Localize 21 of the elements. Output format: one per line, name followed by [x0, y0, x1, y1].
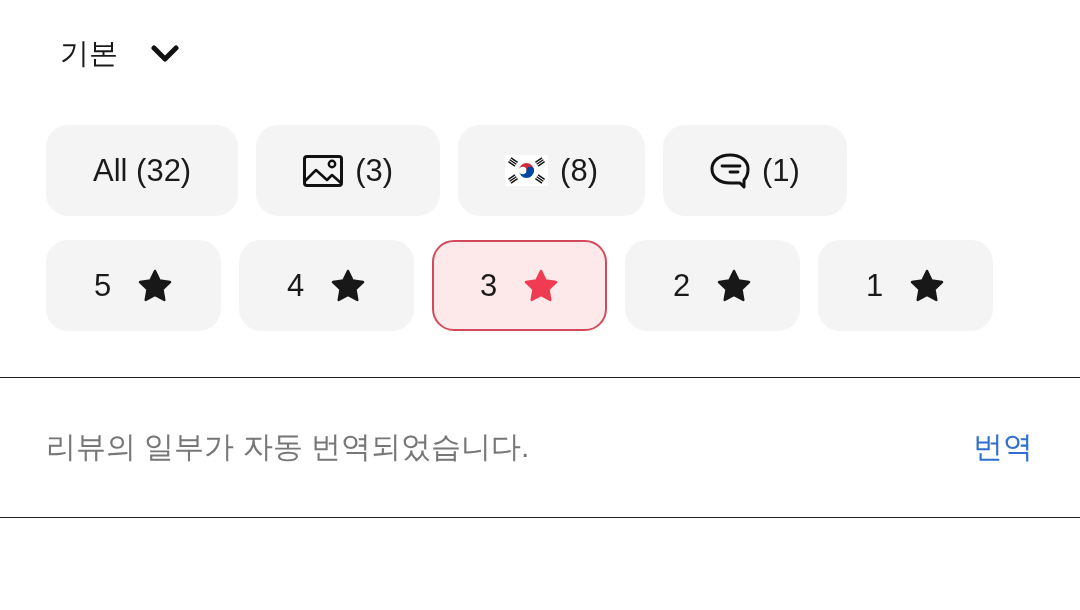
star-icon — [716, 268, 753, 303]
sort-dropdown[interactable]: 기본 — [60, 34, 179, 74]
chevron-down-icon — [151, 45, 179, 63]
translation-notice-text: 리뷰의 일부가 자동 번역되었습니다. — [46, 429, 530, 465]
rating-chip[interactable]: 3 — [432, 240, 607, 331]
star-icon — [137, 268, 174, 303]
speech-bubble-icon — [710, 152, 750, 189]
star-icon — [330, 268, 367, 303]
rating-chip[interactable]: 1 — [818, 240, 993, 331]
star-icon — [909, 268, 946, 303]
rating-chip[interactable]: 5 — [46, 240, 221, 331]
star-icon — [523, 268, 560, 303]
rating-chip[interactable]: 2 — [625, 240, 800, 331]
rating-chip[interactable]: 4 — [239, 240, 414, 331]
filter-chip[interactable]: (1) — [663, 125, 847, 216]
filter-chip[interactable]: All (32) — [46, 125, 239, 216]
filter-chip[interactable]: (3) — [256, 125, 441, 216]
filter-chip[interactable]: (8) — [458, 125, 645, 216]
flag-icon — [505, 155, 549, 186]
translate-link[interactable]: 번역 — [973, 427, 1033, 468]
image-icon — [303, 154, 344, 187]
